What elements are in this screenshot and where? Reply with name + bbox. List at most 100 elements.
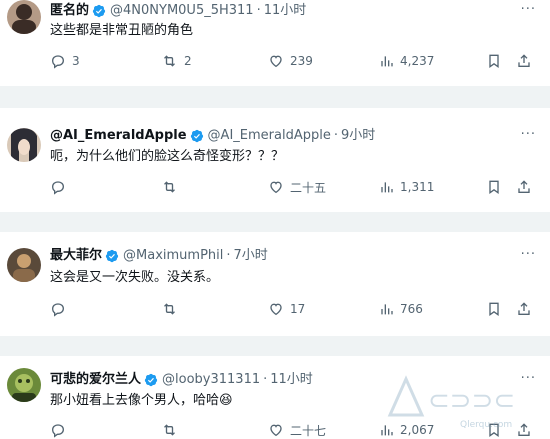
share-icon <box>518 54 530 67</box>
views-button[interactable]: 1,311 <box>378 178 434 196</box>
heart-icon <box>270 424 282 437</box>
tweet-header: 最大菲尔 @MaximumPhil · 7小时 <box>50 248 268 264</box>
tweet[interactable]: 最大菲尔 @MaximumPhil · 7小时 ··· 这会是又一次失败。没关系… <box>0 232 550 336</box>
bookmark-button[interactable] <box>486 300 502 318</box>
like-button[interactable]: 239 <box>268 52 313 70</box>
retweet-count: 2 <box>184 54 192 68</box>
svg-text:⊂⊃⊃⊂: ⊂⊃⊃⊂ <box>428 386 515 416</box>
share-icon <box>518 302 530 315</box>
avatar[interactable] <box>7 0 41 34</box>
reply-button[interactable]: 3 <box>50 52 80 70</box>
verified-icon <box>105 249 119 263</box>
display-name[interactable]: 匿名的 <box>50 3 89 19</box>
like-count: 二十五 <box>290 180 327 195</box>
reply-icon <box>51 181 65 195</box>
retweet-icon <box>164 55 175 67</box>
views-button[interactable]: 4,237 <box>378 52 434 70</box>
handle[interactable]: @AI_EmeraldApple <box>208 128 331 144</box>
action-bar: 二十五 1,311 <box>0 178 550 196</box>
avatar-image <box>7 368 41 402</box>
like-button[interactable]: 二十五 <box>268 178 326 196</box>
display-name[interactable]: 最大菲尔 <box>50 248 102 264</box>
timestamp[interactable]: 11小时 <box>264 3 307 19</box>
view-count: 1,311 <box>400 180 435 194</box>
tweet-header: 匿名的 @4N0NYM0U5_5H311 · 11小时 <box>50 3 306 19</box>
reply-icon <box>51 55 65 69</box>
retweet-icon <box>164 181 175 193</box>
timestamp[interactable]: 9小时 <box>341 128 375 144</box>
reply-button[interactable] <box>50 300 72 318</box>
heart-icon <box>270 303 282 316</box>
heart-icon <box>270 55 282 68</box>
views-icon <box>381 304 393 315</box>
tweet-text: 这会是又一次失败。没关系。 <box>50 270 220 285</box>
watermark: ⊂⊃⊃⊂ Qlerqu.com <box>384 373 544 433</box>
reply-icon <box>51 303 65 317</box>
separator-dot: · <box>263 372 268 387</box>
bookmark-icon <box>489 54 499 68</box>
avatar-image <box>7 128 41 162</box>
views-icon <box>381 182 393 193</box>
tweet-header: 可悲的爱尔兰人 @looby311311 · 11小时 <box>50 372 313 388</box>
retweet-button[interactable] <box>161 178 184 196</box>
bookmark-icon <box>489 180 499 194</box>
handle[interactable]: @looby311311 <box>162 372 260 388</box>
bookmark-button[interactable] <box>486 52 502 70</box>
share-button[interactable] <box>516 178 532 196</box>
separator <box>0 212 550 232</box>
handle[interactable]: @4N0NYM0U5_5H311 <box>110 3 254 19</box>
separator-dot: · <box>333 128 338 143</box>
more-options-icon[interactable]: ··· <box>521 247 536 262</box>
reply-button[interactable] <box>50 178 72 196</box>
views-icon <box>381 56 393 67</box>
watermark-text: Qlerqu.com <box>460 420 512 430</box>
like-count: 239 <box>290 54 313 68</box>
share-button[interactable] <box>516 300 532 318</box>
display-name[interactable]: @AI_EmeraldApple <box>50 128 187 144</box>
avatar[interactable] <box>7 248 41 282</box>
heart-icon <box>270 181 282 194</box>
timestamp[interactable]: 11小时 <box>270 372 313 388</box>
retweet-button[interactable] <box>161 421 184 439</box>
separator-dot: · <box>256 3 261 18</box>
more-options-icon[interactable]: ··· <box>521 127 536 142</box>
verified-icon <box>190 129 204 143</box>
handle[interactable]: @MaximumPhil <box>123 248 223 264</box>
tweet-header: @AI_EmeraldApple @AI_EmeraldApple · 9小时 <box>50 128 375 144</box>
avatar-image <box>7 248 41 282</box>
views-button[interactable]: 766 <box>378 300 423 318</box>
like-button[interactable]: 二十七 <box>268 421 326 439</box>
view-count: 766 <box>400 302 423 316</box>
tweet-text: 这些都是非常丑陋的角色 <box>50 23 194 38</box>
verified-icon <box>92 4 106 18</box>
action-bar: 17 766 <box>0 300 550 318</box>
avatar[interactable] <box>7 128 41 162</box>
like-count: 二十七 <box>290 423 327 438</box>
timestamp[interactable]: 7小时 <box>234 248 268 264</box>
tweet-text: 那小妞看上去像个男人，哈哈😆 <box>50 393 233 408</box>
bookmark-button[interactable] <box>486 178 502 196</box>
retweet-icon <box>164 303 175 315</box>
verified-icon <box>144 373 158 387</box>
share-button[interactable] <box>516 52 532 70</box>
tweet-text: 呃，为什么他们的脸这么奇怪变形？？？ <box>50 149 285 164</box>
reply-icon <box>51 424 65 438</box>
reply-count: 3 <box>72 54 80 68</box>
view-count: 4,237 <box>400 54 435 68</box>
more-options-icon[interactable]: ··· <box>521 2 536 17</box>
action-bar: 3 2 239 4,237 <box>0 52 550 70</box>
bookmark-icon <box>489 302 499 316</box>
retweet-button[interactable] <box>161 300 184 318</box>
tweet[interactable]: 匿名的 @4N0NYM0U5_5H311 · 11小时 ··· 这些都是非常丑陋… <box>0 0 550 86</box>
share-icon <box>518 180 530 193</box>
avatar-image <box>7 0 41 34</box>
like-count: 17 <box>290 302 306 316</box>
retweet-button[interactable]: 2 <box>161 52 192 70</box>
tweet[interactable]: @AI_EmeraldApple @AI_EmeraldApple · 9小时 … <box>0 108 550 212</box>
avatar[interactable] <box>7 368 41 402</box>
display-name[interactable]: 可悲的爱尔兰人 <box>50 372 141 388</box>
reply-button[interactable] <box>50 421 72 439</box>
separator-dot: · <box>226 248 231 263</box>
like-button[interactable]: 17 <box>268 300 305 318</box>
retweet-icon <box>164 424 175 436</box>
